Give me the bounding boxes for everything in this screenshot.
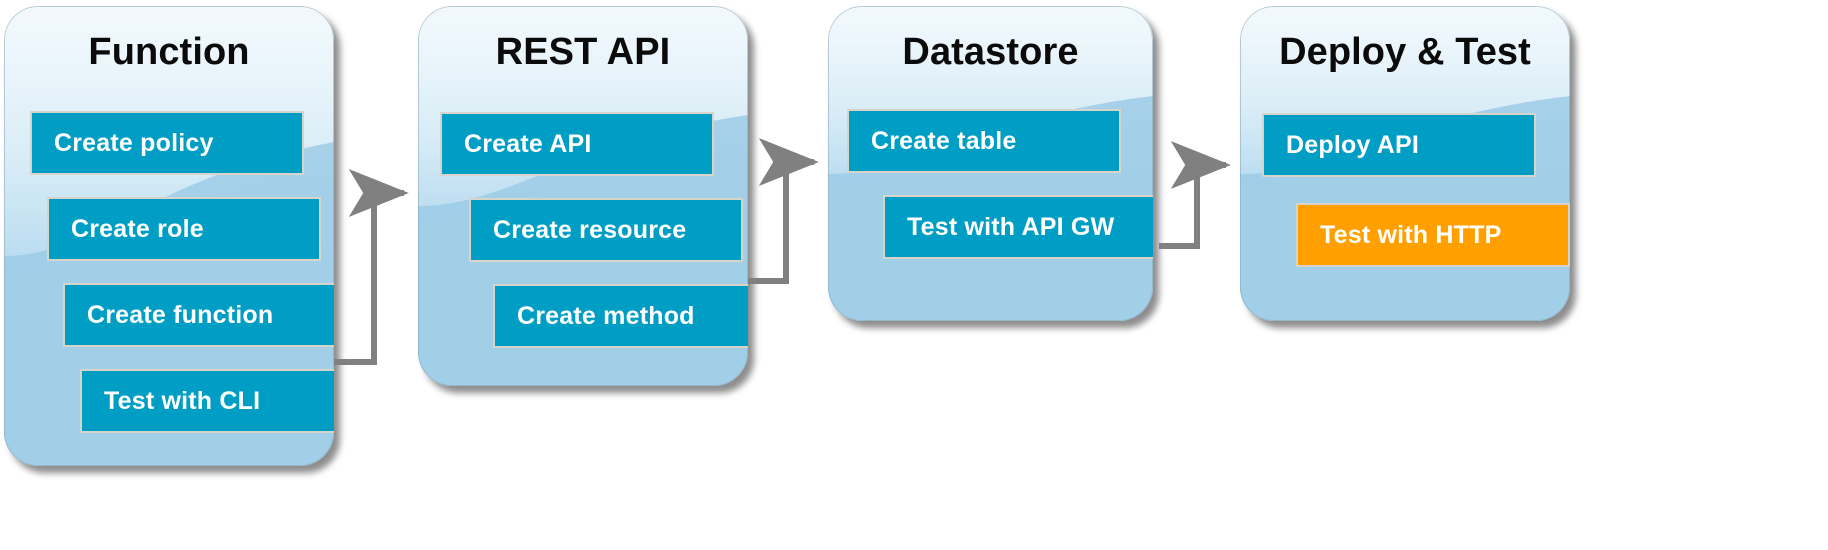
panel-title-rest-api: REST API — [495, 31, 671, 73]
panel-deploy-and-test[interactable]: Deploy & Test Deploy API Test with HTTP — [1240, 6, 1570, 321]
connector-datastore-to-deploy — [1159, 141, 1231, 249]
step-chip-create-function[interactable]: Create function — [63, 283, 334, 347]
panel-title-function: Function — [88, 31, 250, 73]
step-chip-deploy-api[interactable]: Deploy API — [1262, 113, 1536, 177]
step-chip-create-role[interactable]: Create role — [47, 197, 321, 261]
panel-title-datastore: Datastore — [902, 31, 1079, 73]
panel-rest-api[interactable]: REST API Create API Create resource Crea… — [418, 6, 748, 386]
panel-datastore[interactable]: Datastore Create table Test with API GW — [828, 6, 1153, 321]
connector-rest-api-to-datastore — [748, 138, 819, 284]
step-chip-test-with-api-gw[interactable]: Test with API GW — [883, 195, 1153, 259]
step-chip-create-api[interactable]: Create API — [440, 112, 714, 176]
connector-function-to-rest-api — [334, 169, 409, 365]
panel-title-deploy-and-test: Deploy & Test — [1279, 31, 1531, 73]
panel-function[interactable]: Function Create policy Create role Creat… — [4, 6, 334, 466]
diagram-canvas: Function Create policy Create role Creat… — [0, 0, 1828, 550]
step-chip-test-with-http[interactable]: Test with HTTP — [1296, 203, 1570, 267]
step-chip-create-table[interactable]: Create table — [847, 109, 1121, 173]
step-chip-create-resource[interactable]: Create resource — [469, 198, 743, 262]
step-chip-create-policy[interactable]: Create policy — [30, 111, 304, 175]
step-chip-create-method[interactable]: Create method — [493, 284, 748, 348]
step-chip-test-with-cli[interactable]: Test with CLI — [80, 369, 334, 433]
